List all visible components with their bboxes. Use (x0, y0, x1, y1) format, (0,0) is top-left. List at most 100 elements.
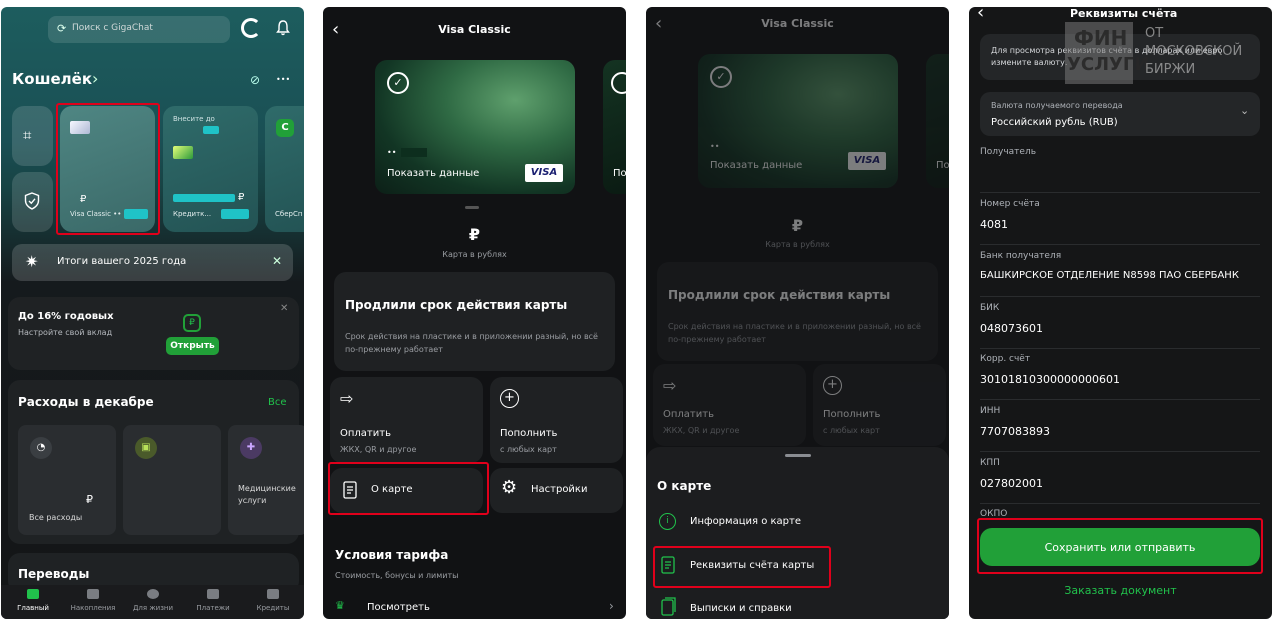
sheet-title: О карте (657, 479, 712, 493)
watermark-text: ОТ (1145, 26, 1164, 41)
deposit-hint: Внесите до (173, 115, 215, 123)
security-tile[interactable] (12, 172, 53, 232)
back-icon[interactable]: ‹ (977, 7, 984, 23)
nav-label: Кредиты (256, 604, 290, 612)
transfers-title[interactable]: Переводы (18, 567, 89, 581)
results-banner[interactable]: ✷ Итоги вашего 2025 года ✕ (12, 244, 293, 281)
arrow-right-icon: ⇨ (663, 376, 677, 395)
wallet-title[interactable]: Кошелёк (12, 70, 92, 88)
field-label: Номер счёта (980, 199, 1040, 209)
card-mask: •• (387, 148, 397, 157)
wallet-chevron-icon[interactable]: › (92, 69, 98, 88)
select-value: Российский рубль (RUB) (991, 117, 1118, 128)
visa-logo: VISA (525, 164, 563, 182)
nav-label: Главный (17, 604, 49, 612)
ruble-symbol: ₽ (80, 194, 87, 205)
masked-digits (221, 209, 249, 219)
sparkle-icon: ✷ (25, 252, 39, 271)
all-spending-tile[interactable]: ◔ ₽ Все расходы (18, 425, 116, 535)
topup-button[interactable]: + Пополнить с любых карт (813, 364, 946, 446)
settings-label: Настройки (531, 484, 588, 495)
about-card-button[interactable]: О карте (330, 468, 483, 513)
pay-button[interactable]: ⇨ Оплатить ЖКХ, QR и другое (330, 377, 483, 463)
masked-digits (401, 148, 427, 157)
sbersp-card-tile[interactable]: С СберСп (265, 106, 304, 232)
pager-dots (465, 206, 479, 209)
account-number-field[interactable]: Номер счёта 4081 (980, 199, 1260, 245)
card-screen: ‹ Visa Classic ✓ •• Показать данные VISA… (323, 7, 626, 619)
sber-check-icon (611, 72, 626, 94)
deposit-promo[interactable]: До 16% годовых Настройте свой вклад ₽ От… (8, 297, 299, 370)
okpo-field[interactable]: ОКПО (980, 509, 1260, 523)
currency-label: Карта в рублях (765, 240, 830, 249)
visa-classic-card-tile[interactable]: ₽ Visa Classic •• (60, 106, 155, 232)
field-label: ИНН (980, 406, 1001, 416)
bottom-nav: Главный Накопления Для жизни Платежи Кре… (1, 585, 304, 619)
settings-button[interactable]: ⚙ Настройки (490, 468, 623, 513)
card-info-item[interactable]: i Информация о карте (657, 511, 937, 533)
inn-field[interactable]: ИНН 7707083893 (980, 406, 1260, 452)
category-tile[interactable]: ▣ (123, 425, 221, 535)
corr-account-field[interactable]: Корр. счёт 30101810300000000601 (980, 354, 1260, 400)
field-value: 027802001 (980, 477, 1043, 490)
kpp-field[interactable]: КПП 027802001 (980, 458, 1260, 504)
view-label: Посмотреть (367, 602, 430, 613)
notice-card: Продлили срок действия карты Срок действ… (334, 272, 615, 371)
order-document-link[interactable]: Заказать документ (969, 584, 1272, 597)
field-label: Банк получателя (980, 251, 1062, 261)
medical-tile[interactable]: ✚ Медицинские услуги (228, 425, 304, 535)
currency-select[interactable]: Валюта получаемого перевода Российский р… (980, 92, 1260, 136)
show-data-link[interactable]: Показать данные (387, 168, 479, 179)
next-card-image[interactable]: По (926, 54, 949, 188)
card-label: Кредитк... (173, 210, 212, 218)
ruble-symbol: ₽ (86, 493, 93, 506)
card-image[interactable]: ✓ •• Показать данные VISA (375, 60, 575, 194)
nav-payments[interactable]: Платежи (185, 589, 241, 612)
save-or-send-button[interactable]: Сохранить или отправить (980, 528, 1260, 566)
pay-title: Оплатить (340, 428, 391, 439)
hide-balance-icon[interactable]: ⊘ (250, 73, 260, 87)
pie-icon: ◔ (30, 437, 52, 459)
nav-home[interactable]: Главный (7, 589, 59, 612)
nav-life[interactable]: Для жизни (125, 589, 181, 612)
bank-field[interactable]: Банк получателя БАШКИРСКОЕ ОТДЕЛЕНИЕ N85… (980, 251, 1260, 297)
bell-icon[interactable] (276, 20, 290, 36)
field-value: 7707083893 (980, 425, 1050, 438)
item-label: Информация о карте (690, 516, 801, 527)
nav-credits[interactable]: Кредиты (245, 589, 301, 612)
show-data-link: По (936, 160, 949, 171)
nav-savings[interactable]: Накопления (65, 589, 121, 612)
document-icon (343, 481, 357, 499)
close-icon[interactable]: ✕ (280, 303, 288, 314)
search-bar[interactable]: ⟳ Поиск с GigaChat (48, 16, 230, 43)
close-icon[interactable]: ✕ (272, 254, 282, 268)
sheet-handle[interactable] (785, 454, 811, 457)
account-details-item[interactable]: Реквизиты счёта карты (657, 554, 937, 576)
wallet-screen: ⟳ Поиск с GigaChat Кошелёк › ⊘ ••• ⌗ ₽ V… (1, 7, 304, 619)
next-card-image[interactable]: По (603, 60, 626, 194)
show-data-link[interactable]: Показать данные (710, 160, 802, 171)
watermark-text: МОСКОВСКОЙ (1145, 44, 1243, 59)
recipient-field[interactable]: Получатель (980, 147, 1260, 193)
qr-scan-tile[interactable]: ⌗ (12, 106, 53, 166)
topup-button[interactable]: + Пополнить с любых карт (490, 377, 623, 463)
masked-digits (124, 209, 148, 219)
pay-button[interactable]: ⇨ Оплатить ЖКХ, QR и другое (653, 364, 806, 446)
card-image[interactable]: ✓ •• Показать данные VISA (698, 54, 898, 188)
cart-icon: ▣ (135, 437, 157, 459)
sber-logo-icon[interactable] (241, 18, 261, 38)
pay-subtitle: ЖКХ, QR и другое (340, 445, 417, 454)
item-label: Реквизиты счёта карты (690, 560, 815, 571)
statements-item[interactable]: Выписки и справки (657, 597, 937, 619)
button-label: Сохранить или отправить (1044, 541, 1196, 554)
screen-title: Реквизиты счёта (1070, 7, 1178, 20)
credit-card-tile[interactable]: Внесите до ₽ Кредитк... (163, 106, 258, 232)
tariff-view-row[interactable]: ♛ Посмотреть › (335, 597, 621, 617)
screen-title: Visa Classic (761, 17, 834, 30)
bik-field[interactable]: БИК 048073601 (980, 303, 1260, 349)
open-deposit-button[interactable]: Открыть (166, 337, 219, 355)
spending-all-link[interactable]: Все (268, 397, 287, 408)
spending-title[interactable]: Расходы в декабре (18, 395, 154, 409)
more-icon[interactable]: ••• (276, 75, 290, 84)
sber-spasibo-icon: С (276, 119, 294, 137)
